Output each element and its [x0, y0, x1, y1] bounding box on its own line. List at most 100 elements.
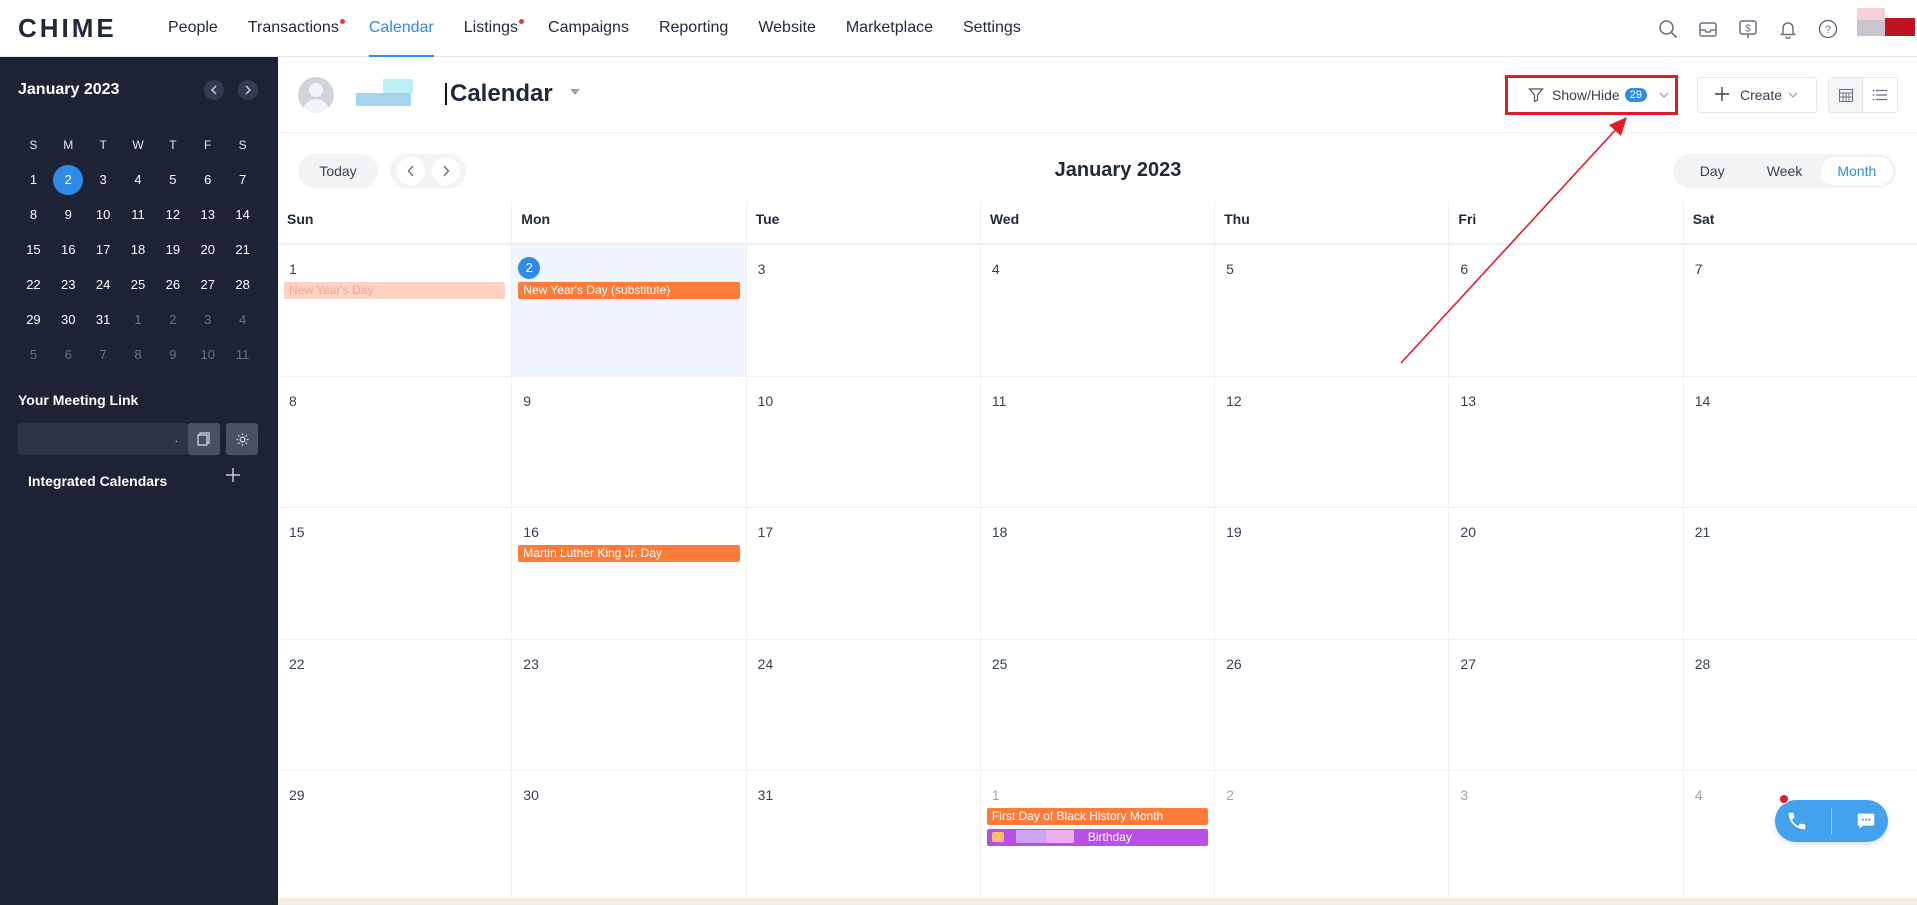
day-number[interactable]: 4 [1695, 787, 1703, 803]
mini-day[interactable]: 23 [51, 270, 86, 300]
calendar-event[interactable]: New Year's Day (substitute) [518, 282, 740, 299]
calendar-event[interactable]: First Day of Black History Month [986, 808, 1209, 825]
day-number[interactable]: 19 [1226, 524, 1242, 540]
calendar-event[interactable]: New Year's Day [284, 282, 506, 299]
mini-day[interactable]: 6 [51, 340, 86, 370]
mini-day[interactable]: 7 [225, 165, 260, 195]
day-number[interactable]: 8 [289, 393, 297, 409]
phone-icon[interactable] [1786, 810, 1808, 832]
day-cell[interactable]: 17 [747, 508, 981, 639]
show-hide-button[interactable]: Show/Hide 29 [1505, 75, 1678, 115]
mini-day[interactable]: 8 [16, 200, 51, 230]
day-number[interactable]: 11 [992, 393, 1007, 409]
mini-day[interactable]: 6 [190, 165, 225, 195]
mini-day[interactable]: 20 [190, 235, 225, 265]
day-cell[interactable]: 2 [1215, 771, 1450, 902]
day-number[interactable]: 15 [289, 524, 305, 540]
today-button[interactable]: Today [298, 154, 378, 188]
day-cell[interactable]: 10 [747, 376, 981, 507]
page-title[interactable]: Calendar [450, 80, 553, 108]
day-cell[interactable]: 23 [512, 639, 747, 770]
day-number[interactable]: 27 [1460, 656, 1476, 672]
help-icon[interactable]: ? [1817, 18, 1839, 40]
day-cell[interactable]: 30 [512, 771, 747, 902]
day-cell[interactable]: 12 [1215, 376, 1450, 507]
day-cell[interactable]: 4 [981, 245, 1216, 376]
day-cell[interactable]: 15 [278, 508, 513, 639]
day-cell[interactable]: 16 Martin Luther King Jr. Day [512, 508, 747, 639]
avatar[interactable] [298, 77, 334, 113]
copy-link-button[interactable] [188, 423, 220, 455]
day-number[interactable]: 23 [523, 656, 539, 672]
day-number[interactable]: 10 [758, 393, 774, 409]
day-cell[interactable]: 3 [1449, 771, 1684, 902]
mini-day[interactable]: 1 [121, 305, 156, 335]
mini-day[interactable]: 3 [190, 305, 225, 335]
day-number[interactable]: 1 [289, 261, 297, 277]
bell-icon[interactable] [1777, 18, 1799, 40]
mini-day[interactable]: 1 [16, 165, 51, 195]
nav-item-transactions[interactable]: Transactions [248, 0, 345, 57]
day-number[interactable]: 17 [758, 524, 774, 540]
nav-item-calendar[interactable]: Calendar [368, 0, 434, 57]
mini-day[interactable]: 19 [155, 235, 190, 265]
day-cell[interactable]: 24 [747, 639, 981, 770]
day-number[interactable]: 3 [758, 261, 766, 277]
mini-day[interactable]: 21 [225, 235, 260, 265]
day-number[interactable]: 22 [289, 656, 305, 672]
day-number[interactable]: 4 [992, 261, 1000, 277]
day-number[interactable]: 7 [1695, 261, 1703, 277]
mini-day[interactable]: 11 [121, 200, 156, 230]
day-cell[interactable]: 31 [747, 771, 981, 902]
user-avatar-menu[interactable] [1857, 0, 1917, 57]
day-number[interactable]: 13 [1460, 393, 1476, 409]
day-number[interactable]: 1 [992, 787, 1000, 803]
day-number[interactable]: 25 [992, 656, 1008, 672]
day-number[interactable]: 9 [523, 393, 531, 409]
day-cell[interactable]: 1 First Day of Black History Month Birthda… [981, 771, 1216, 902]
day-cell[interactable]: 5 [1215, 245, 1450, 376]
mini-day[interactable]: 15 [16, 235, 51, 265]
day-number[interactable]: 5 [1226, 261, 1234, 277]
day-number[interactable]: 30 [523, 787, 539, 803]
view-month-button[interactable]: Month [1820, 157, 1893, 185]
day-number[interactable]: 12 [1226, 393, 1242, 409]
mini-day[interactable]: 31 [86, 305, 121, 335]
mini-day[interactable]: 30 [51, 305, 86, 335]
meeting-link-field[interactable]: . [18, 423, 188, 455]
mini-day[interactable]: 18 [121, 235, 156, 265]
next-month-button[interactable] [431, 157, 460, 185]
calendar-grid-view-button[interactable] [1829, 78, 1863, 112]
day-cell[interactable]: 14 [1684, 377, 1917, 508]
day-number[interactable]: 14 [1695, 393, 1711, 409]
day-cell[interactable]: 1 New Year's Day [278, 245, 513, 376]
mini-day[interactable]: 12 [155, 200, 190, 230]
day-number[interactable]: 6 [1460, 261, 1468, 277]
day-number[interactable]: 24 [758, 656, 774, 672]
list-view-button[interactable] [1863, 78, 1897, 112]
chime-logo[interactable]: CHIME [18, 13, 168, 44]
mini-day[interactable]: 10 [190, 340, 225, 370]
day-cell[interactable]: 13 [1449, 376, 1684, 507]
mini-day[interactable]: 3 [86, 165, 121, 195]
birthday-event[interactable]: Birthday [986, 829, 1209, 846]
mini-next-month-button[interactable] [238, 80, 258, 100]
create-button[interactable]: Create [1697, 77, 1817, 113]
day-number[interactable]: 26 [1226, 656, 1242, 672]
mini-prev-month-button[interactable] [204, 80, 224, 100]
day-cell[interactable]: 7 [1684, 245, 1917, 376]
nav-item-people[interactable]: People [168, 0, 218, 57]
day-cell[interactable]: 21 [1684, 508, 1917, 639]
add-calendar-button[interactable] [223, 467, 243, 487]
day-cell[interactable]: 22 [278, 639, 513, 770]
day-cell[interactable]: 2 New Year's Day (substitute) [512, 245, 747, 376]
mini-day[interactable]: 4 [225, 305, 260, 335]
day-cell[interactable]: 26 [1215, 639, 1450, 770]
day-cell[interactable]: 11 [981, 376, 1216, 507]
day-cell[interactable]: 19 [1215, 508, 1450, 639]
mini-day[interactable]: 16 [51, 235, 86, 265]
day-number[interactable]: 3 [1460, 787, 1468, 803]
mini-day[interactable]: 14 [225, 200, 260, 230]
calendar-event[interactable]: Martin Luther King Jr. Day [518, 545, 740, 562]
view-week-button[interactable]: Week [1748, 157, 1820, 185]
